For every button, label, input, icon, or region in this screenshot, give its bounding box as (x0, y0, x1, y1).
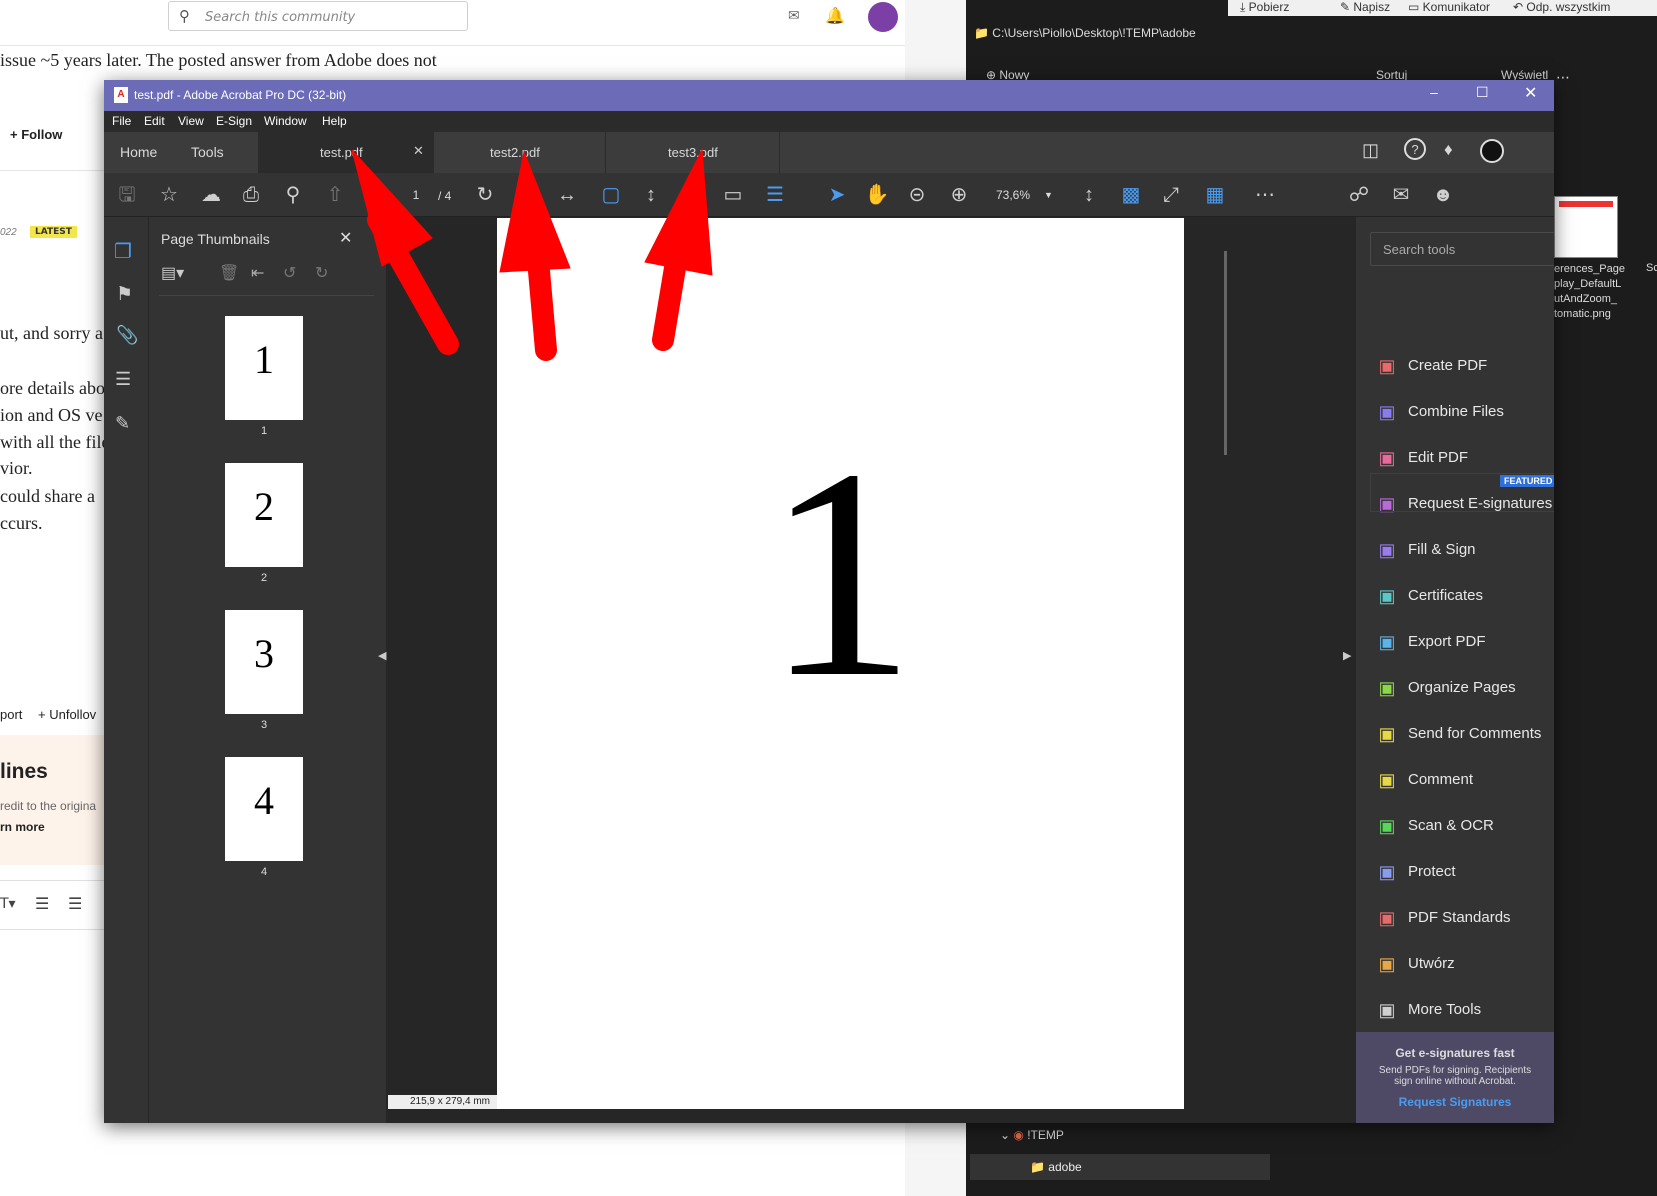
arrow-to-test2-pdf-tab (499, 150, 571, 361)
arrow-to-test-pdf-tab (351, 149, 459, 355)
arrow-to-test3-pdf-tab (644, 148, 713, 351)
annotation-arrows (351, 148, 713, 361)
